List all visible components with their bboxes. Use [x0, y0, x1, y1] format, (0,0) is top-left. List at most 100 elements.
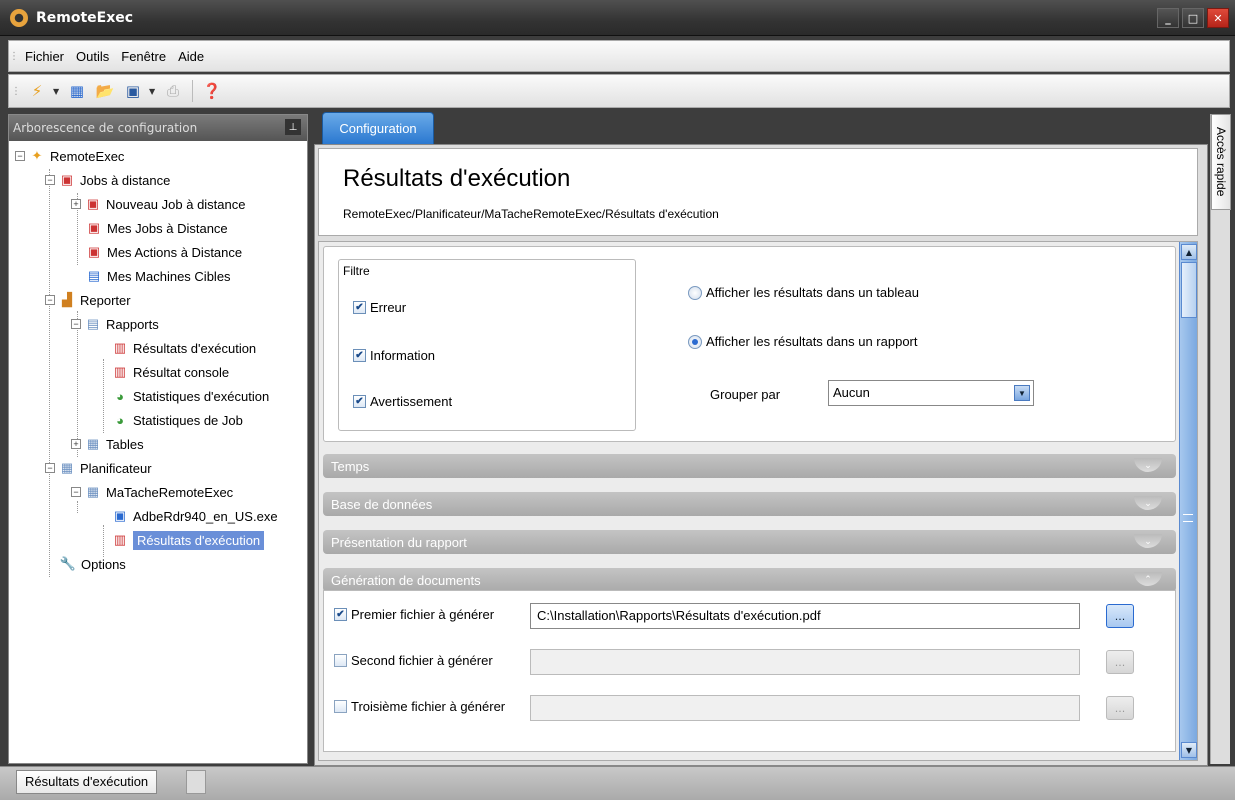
information-checkbox[interactable]: ✔ Information — [353, 348, 435, 363]
tree-node-reporter[interactable]: − ▟ Reporter — [45, 289, 131, 311]
lightning-dropdown-icon[interactable]: ▼ — [53, 87, 61, 96]
radio-selected-icon[interactable] — [688, 334, 702, 349]
expand-chevron-icon[interactable]: ⌄ — [1134, 458, 1162, 472]
open-folder-icon[interactable]: 📂 — [93, 79, 117, 103]
bar-chart-icon: ▥ — [113, 340, 127, 355]
pin-icon[interactable]: ⊥ — [285, 119, 301, 135]
third-file-browse-button[interactable]: ... — [1106, 696, 1134, 720]
tab-configuration[interactable]: Configuration — [322, 112, 434, 144]
tree-node-label: Résultats d'exécution — [133, 530, 265, 550]
status-blank-tab[interactable] — [186, 770, 206, 794]
tree-node-label: Mes Jobs à Distance — [107, 220, 228, 236]
status-tab-resultats[interactable]: Résultats d'exécution — [16, 770, 158, 794]
tree-connector — [49, 169, 50, 577]
collapse-icon[interactable]: − — [15, 151, 25, 161]
menu-fenetre[interactable]: Fenêtre — [115, 49, 172, 64]
tree-node-jobs-a-distance[interactable]: − ▣ Jobs à distance — [45, 169, 170, 191]
collapse-icon[interactable]: − — [45, 295, 55, 305]
tree-node-label: Mes Machines Cibles — [107, 268, 231, 284]
configuration-tree-panel: Arborescence de configuration ⊥ − ✦ Remo… — [8, 114, 308, 764]
section-temps[interactable]: Temps ⌄ — [323, 454, 1176, 478]
checkbox-unchecked-icon[interactable]: ✔ — [334, 654, 347, 667]
checkbox-checked-icon[interactable]: ✔ — [334, 608, 347, 621]
menu-outils[interactable]: Outils — [70, 49, 115, 64]
tree-node-nouveau-job[interactable]: + ▣ Nouveau Job à distance — [71, 193, 245, 215]
collapse-icon[interactable]: − — [71, 487, 81, 497]
tree-node-label: Rapports — [106, 316, 159, 332]
collapse-icon[interactable]: − — [45, 463, 55, 473]
tree-node-resultat-console[interactable]: ▥ Résultat console — [111, 361, 229, 383]
second-file-checkbox[interactable]: ✔ Second fichier à générer — [334, 653, 493, 668]
section-base-de-donnees[interactable]: Base de données ⌄ — [323, 492, 1176, 516]
reporter-icon: ▟ — [62, 292, 72, 307]
save-icon[interactable]: ▣ — [121, 79, 145, 103]
tree-node-rapports[interactable]: − ▤ Rapports — [71, 313, 159, 335]
group-by-select[interactable]: Aucun ▼ — [828, 380, 1034, 406]
checkbox-checked-icon[interactable]: ✔ — [353, 301, 366, 314]
menu-fichier[interactable]: Fichier — [19, 49, 70, 64]
chevron-down-icon[interactable]: ▼ — [1014, 385, 1030, 401]
second-file-label: Second fichier à générer — [351, 653, 493, 668]
tree-node-tables[interactable]: + ▦ Tables — [71, 433, 144, 455]
menu-aide[interactable]: Aide — [172, 49, 210, 64]
quick-access-panel: Accès rapide — [1210, 114, 1231, 764]
minimize-button[interactable]: _ — [1157, 8, 1179, 28]
help-icon[interactable]: ❓ — [200, 79, 224, 103]
tree-node-matache[interactable]: − ▦ MaTacheRemoteExec — [71, 481, 233, 503]
tree-node-options[interactable]: 🔧 Options — [59, 553, 126, 575]
scroll-up-icon[interactable]: ▲ — [1181, 244, 1197, 260]
table-display-label: Afficher les résultats dans un tableau — [706, 285, 919, 300]
third-file-path-input[interactable] — [530, 695, 1080, 721]
tree-node-resultats-execution-selected[interactable]: ▥ Résultats d'exécution — [111, 529, 265, 551]
tree-node-statistiques-job[interactable]: ◕ Statistiques de Job — [111, 409, 243, 431]
checkbox-checked-icon[interactable]: ✔ — [353, 349, 366, 362]
expand-chevron-icon[interactable]: ⌄ — [1134, 496, 1162, 510]
second-file-path-input[interactable] — [530, 649, 1080, 675]
radio-unselected-icon[interactable] — [688, 285, 702, 300]
toolbar-separator — [192, 80, 193, 102]
section-generation-label: Génération de documents — [331, 572, 481, 588]
schedule-icon[interactable]: ▦ — [65, 79, 89, 103]
first-file-checkbox[interactable]: ✔ Premier fichier à générer — [334, 607, 494, 622]
second-file-browse-button[interactable]: ... — [1106, 650, 1134, 674]
lightning-icon[interactable]: ⚡ — [25, 79, 49, 103]
checkbox-checked-icon[interactable]: ✔ — [353, 395, 366, 408]
tree-node-mes-actions[interactable]: ▣ Mes Actions à Distance — [85, 241, 242, 263]
task-icon: ▦ — [86, 484, 100, 499]
title-bar: RemoteExec _ □ ✕ — [0, 0, 1235, 36]
expand-icon[interactable]: + — [71, 439, 81, 449]
collapse-icon[interactable]: − — [45, 175, 55, 185]
vertical-scrollbar[interactable]: ▲ ▼ — [1179, 242, 1197, 760]
save-dropdown-icon[interactable]: ▼ — [149, 87, 157, 96]
tree-node-statistiques-execution[interactable]: ◕ Statistiques d'exécution — [111, 385, 269, 407]
scroll-thumb[interactable] — [1181, 262, 1197, 318]
tree-node-mes-jobs[interactable]: ▣ Mes Jobs à Distance — [85, 217, 228, 239]
tree-node-label: MaTacheRemoteExec — [106, 484, 234, 500]
maximize-button[interactable]: □ — [1182, 8, 1204, 28]
tree-node-resultats-execution[interactable]: ▥ Résultats d'exécution — [111, 337, 256, 359]
report-display-radio[interactable]: Afficher les résultats dans un rapport — [688, 334, 918, 349]
expand-icon[interactable]: + — [71, 199, 81, 209]
error-checkbox[interactable]: ✔ Erreur — [353, 300, 406, 315]
section-generation-documents[interactable]: Génération de documents ⌃ — [323, 568, 1176, 592]
print-icon[interactable]: ⎙ — [161, 79, 185, 103]
tree-node-label: Résultats d'exécution — [133, 340, 257, 356]
table-display-radio[interactable]: Afficher les résultats dans un tableau — [688, 285, 919, 300]
section-presentation-rapport[interactable]: Présentation du rapport ⌄ — [323, 530, 1176, 554]
warning-checkbox[interactable]: ✔ Avertissement — [353, 394, 452, 409]
new-job-icon: ▣ — [86, 196, 100, 211]
collapse-icon[interactable]: − — [71, 319, 81, 329]
first-file-browse-button[interactable]: ... — [1106, 604, 1134, 628]
tree-node-remoteexec[interactable]: − ✦ RemoteExec — [15, 145, 124, 167]
tree-node-planificateur[interactable]: − ▦ Planificateur — [45, 457, 152, 479]
quick-access-tab[interactable]: Accès rapide — [1211, 114, 1231, 210]
tree-node-mes-machines[interactable]: ▤ Mes Machines Cibles — [85, 265, 231, 287]
tree-node-adberdr[interactable]: ▣ AdbeRdr940_en_US.exe — [111, 505, 278, 527]
scroll-down-icon[interactable]: ▼ — [1181, 742, 1197, 758]
close-button[interactable]: ✕ — [1207, 8, 1229, 28]
third-file-checkbox[interactable]: ✔ Troisième fichier à générer — [334, 699, 505, 714]
collapse-chevron-icon[interactable]: ⌃ — [1134, 572, 1162, 586]
expand-chevron-icon[interactable]: ⌄ — [1134, 534, 1162, 548]
first-file-path-input[interactable]: C:\Installation\Rapports\Résultats d'exé… — [530, 603, 1080, 629]
checkbox-unchecked-icon[interactable]: ✔ — [334, 700, 347, 713]
